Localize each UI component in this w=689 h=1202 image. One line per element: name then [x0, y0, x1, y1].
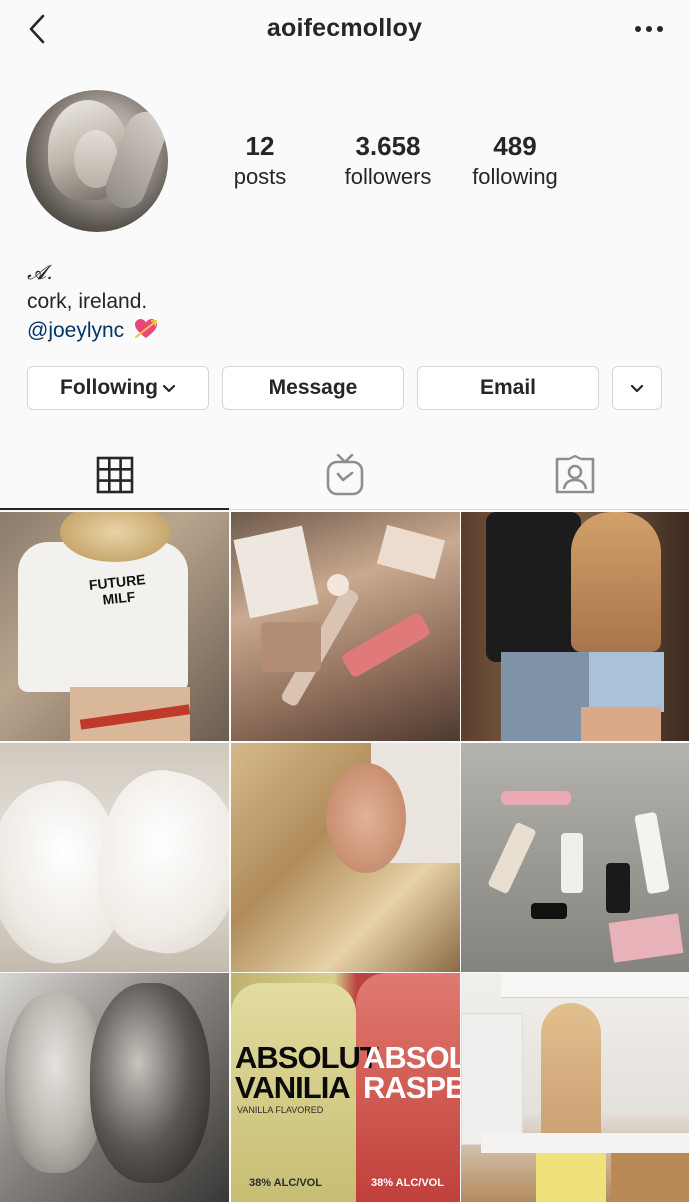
bio-location: cork, ireland. [27, 290, 148, 313]
posts-label: posts [233, 164, 287, 189]
posts-count: 12 [245, 131, 275, 161]
bio-mention-line: @joeylync [27, 316, 158, 345]
post-shirt-shape [486, 512, 581, 662]
post-shelf-shape [501, 973, 689, 998]
post-thumbnail[interactable] [461, 973, 689, 1202]
post-shirt-text: FUTURE MILF [86, 571, 149, 609]
post-bottle-label-2: ABSOLU RASPBE [363, 1040, 460, 1105]
post-person-shape [90, 983, 210, 1183]
active-tab-indicator [0, 508, 229, 510]
post-boot-shape [606, 863, 630, 913]
following-label: following [472, 164, 558, 189]
post-counter-shape [481, 1133, 689, 1153]
post-skirt-shape [536, 1148, 606, 1202]
post-face-shape [326, 763, 406, 873]
post-thumbnail[interactable] [0, 973, 229, 1202]
profile-username: aoifecmolloy [266, 14, 423, 42]
following-stat[interactable]: 489 following [450, 130, 580, 192]
email-button[interactable]: Email [417, 366, 599, 410]
tab-igtv[interactable] [230, 440, 459, 510]
post-thumbnail[interactable] [461, 512, 689, 741]
chevron-down-icon [162, 384, 176, 393]
post-bottle-label-line1: ABSOLUT [235, 1040, 379, 1075]
post-bottle-volume-2: 38% ALC/VOL [371, 1177, 444, 1189]
followers-count: 3.658 [355, 131, 421, 161]
post-fabric-shape [608, 913, 684, 963]
profile-bio: 𝓐. cork, ireland. @joeylync [27, 258, 158, 345]
followers-stat[interactable]: 3.658 followers [323, 130, 453, 192]
chevron-down-icon [630, 384, 644, 393]
message-button[interactable]: Message [222, 366, 404, 410]
post-cabinet-shape [611, 1153, 689, 1202]
grid-icon [96, 456, 133, 494]
post-boot-shape [487, 821, 537, 895]
profile-tabs [0, 440, 689, 510]
heart-arrow-icon [135, 319, 158, 338]
post-boot-shape [634, 811, 670, 895]
more-horizontal-icon [635, 26, 663, 32]
post-tiles-shape [461, 1013, 523, 1145]
post-item-shape [233, 525, 319, 619]
following-button[interactable]: Following [27, 366, 209, 410]
post-bottle-label-line2: VANILIA [235, 1070, 351, 1105]
more-options-button[interactable] [631, 16, 667, 42]
post-thumbnail[interactable]: FUTURE MILF [0, 512, 229, 741]
post-hair-shape [571, 512, 661, 652]
post-bottle-sublabel: VANILLA FLAVORED [237, 1105, 324, 1115]
post-bottle-volume: 38% ALC/VOL [249, 1177, 322, 1189]
message-button-label: Message [268, 376, 358, 399]
post-boot-shape [561, 833, 583, 893]
post-item-shape [327, 574, 349, 596]
tab-tagged[interactable] [460, 440, 689, 510]
post-thumbnail[interactable]: ABSOLUT VANILIA VANILLA FLAVORED 38% ALC… [231, 973, 460, 1202]
post-thumbnail[interactable] [461, 743, 689, 972]
bio-mention-link[interactable]: @joeylync [27, 319, 124, 342]
post-item-shape [501, 791, 571, 805]
post-item-shape [376, 524, 446, 580]
post-skin-shape [581, 707, 661, 741]
post-bottle-label-2-line1: ABSOLU [363, 1040, 460, 1075]
post-thumbnail[interactable] [231, 743, 460, 972]
post-shoe-shape [531, 903, 567, 919]
posts-grid: FUTURE MILF ABSOLUT VANILIA VANILLA FLAV… [0, 512, 689, 1202]
tab-grid[interactable] [0, 440, 229, 510]
following-count: 489 [493, 131, 537, 161]
post-item-shape [340, 611, 432, 679]
post-item-shape [261, 622, 321, 672]
top-bar: aoifecmolloy [0, 0, 689, 60]
igtv-icon [326, 454, 363, 496]
post-jeans-shape [501, 652, 591, 741]
post-shirt-shape [18, 542, 188, 692]
profile-avatar[interactable] [26, 90, 168, 232]
tagged-icon [555, 455, 594, 494]
following-button-label: Following [60, 376, 158, 399]
posts-stat[interactable]: 12 posts [195, 130, 325, 192]
post-thumbnail[interactable] [0, 743, 229, 972]
post-thumbnail[interactable] [231, 512, 460, 741]
post-shorts-shape [589, 652, 664, 712]
post-bottle-label: ABSOLUT VANILIA [235, 1040, 379, 1105]
followers-label: followers [344, 164, 432, 189]
suggested-accounts-button[interactable] [612, 366, 662, 410]
profile-display-name: 𝓐. [27, 260, 53, 284]
email-button-label: Email [479, 376, 537, 399]
post-bottle-label-2-line2: RASPBE [363, 1070, 460, 1105]
